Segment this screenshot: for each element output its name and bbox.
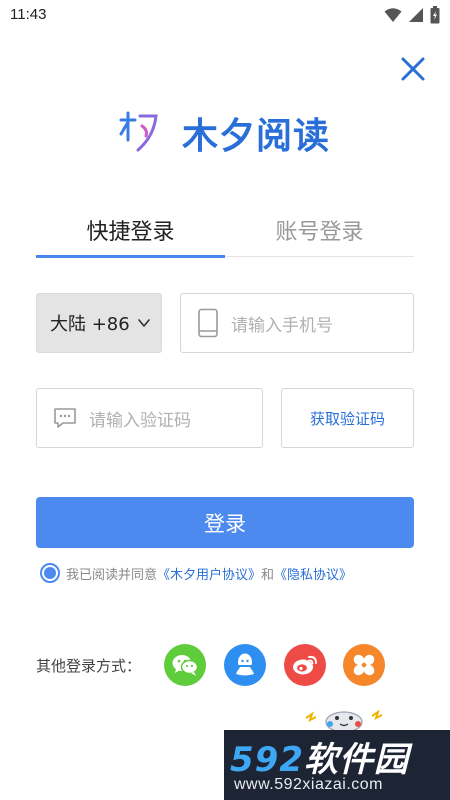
- agreement-row: 我已阅读并同意 《木夕用户协议》 和 《隐私协议》: [40, 562, 352, 584]
- privacy-agreement-link[interactable]: 《隐私协议》: [274, 564, 352, 583]
- app-logo: 木夕阅读: [118, 108, 340, 158]
- status-time: 11:43: [10, 6, 47, 23]
- weibo-icon: [293, 655, 317, 675]
- pinwheel-icon: [353, 654, 375, 676]
- watermark-title: 592软件园: [230, 732, 409, 781]
- qq-login-button[interactable]: [224, 644, 266, 686]
- tab-account-login[interactable]: 账号登录: [225, 214, 414, 246]
- chevron-down-icon: [138, 319, 150, 327]
- status-icons: [384, 6, 440, 24]
- agreement-and: 和: [261, 567, 275, 583]
- watermark-mascot-icon: [305, 709, 383, 732]
- weibo-login-button[interactable]: [284, 644, 326, 686]
- wifi-icon: [384, 8, 402, 22]
- logo-text: 木夕阅读: [182, 116, 331, 157]
- status-bar: 11:43: [0, 0, 450, 30]
- phone-placeholder: 请输入手机号: [231, 315, 333, 336]
- tab-quick-login[interactable]: 快捷登录: [36, 214, 225, 246]
- user-agreement-link[interactable]: 《木夕用户协议》: [157, 564, 261, 583]
- pinwheel-login-button[interactable]: [343, 644, 385, 686]
- muxi-logo-mark: [119, 111, 158, 152]
- code-placeholder: 请输入验证码: [89, 410, 191, 431]
- login-button[interactable]: 登录: [36, 497, 414, 548]
- message-icon: [54, 408, 76, 428]
- active-tab-indicator: [36, 255, 225, 258]
- phone-input[interactable]: 请输入手机号: [180, 293, 414, 353]
- agreement-prefix: 我已阅读并同意: [66, 567, 158, 583]
- get-code-button[interactable]: 获取验证码: [281, 388, 414, 448]
- signal-icon: [409, 8, 423, 22]
- phone-icon: [198, 308, 218, 338]
- watermark-banner: 592软件园 www.592xiazai.com: [224, 730, 450, 800]
- verification-code-input[interactable]: 请输入验证码: [36, 388, 263, 448]
- wechat-login-button[interactable]: [164, 644, 206, 686]
- radio-checked-dot: [44, 567, 56, 579]
- watermark-title-text: 软件园: [303, 740, 409, 780]
- close-button[interactable]: [398, 54, 428, 84]
- region-value: 大陆 +86: [50, 314, 130, 335]
- agreement-radio[interactable]: [40, 563, 60, 583]
- battery-icon: [430, 6, 440, 24]
- close-icon: [401, 57, 425, 81]
- watermark-url: www.592xiazai.com: [234, 776, 383, 793]
- other-login-label: 其他登录方式：: [36, 657, 142, 675]
- region-select[interactable]: 大陆 +86: [36, 293, 162, 353]
- login-tabs: 快捷登录 账号登录: [36, 210, 414, 258]
- wechat-icon: [172, 655, 199, 676]
- watermark-number: 592: [230, 740, 304, 780]
- qq-icon: [236, 653, 254, 676]
